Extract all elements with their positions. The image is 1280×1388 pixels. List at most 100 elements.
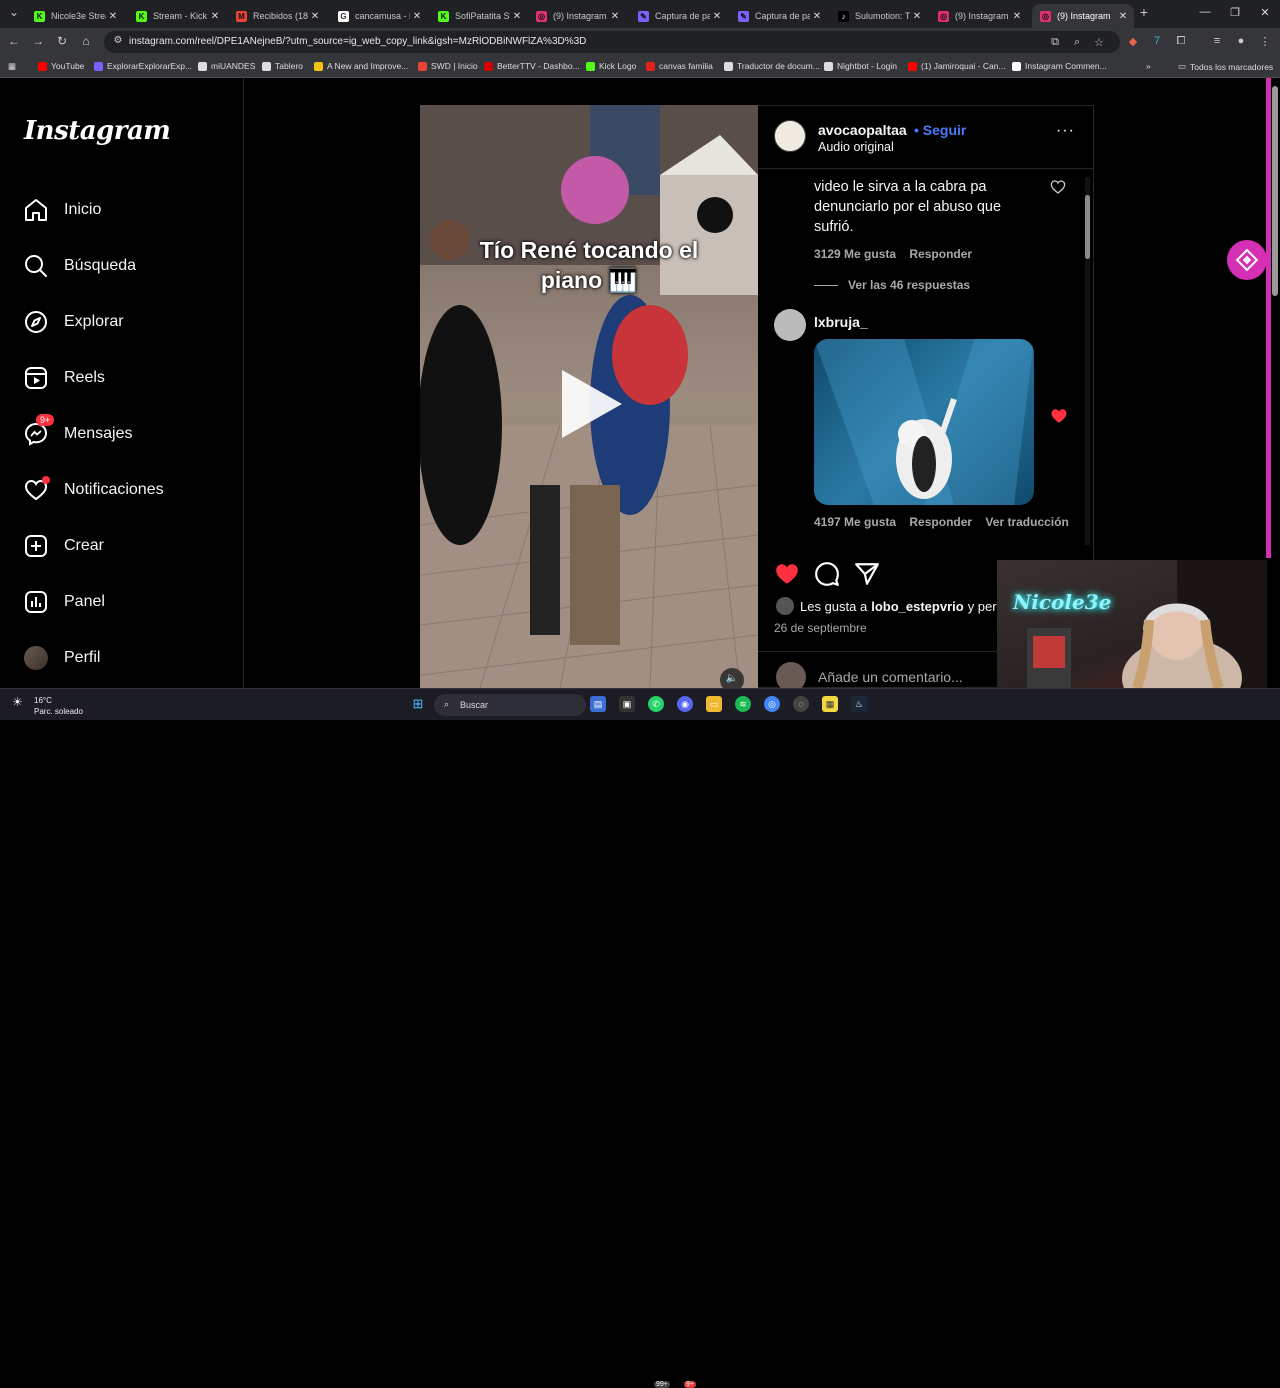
close-tab-icon[interactable]: ✕ — [106, 11, 120, 22]
home-browser-icon[interactable]: ⌂ — [78, 34, 94, 48]
play-button[interactable] — [562, 370, 622, 438]
bookmark-item[interactable]: YouTube — [38, 61, 84, 71]
close-tab-icon[interactable]: ✕ — [410, 11, 424, 22]
view-replies-button[interactable]: Ver las 46 respuestas — [814, 278, 970, 292]
extension-7tv-icon[interactable]: 7 — [1150, 35, 1164, 47]
bookmark-item[interactable]: SWD | Inicio — [418, 61, 478, 71]
nav-item-explorar[interactable]: Explorar — [22, 302, 124, 342]
close-tab-icon[interactable]: ✕ — [510, 11, 524, 22]
discord-icon[interactable]: ◉ — [677, 696, 693, 712]
site-info-icon[interactable]: ⚙ — [110, 35, 126, 46]
reply-button[interactable]: Responder — [909, 247, 972, 261]
whatsapp-icon[interactable]: ✆ — [648, 696, 664, 712]
media-controls-icon[interactable]: ≡ — [1210, 35, 1224, 47]
close-tab-icon[interactable]: ✕ — [308, 11, 322, 22]
reply-button[interactable]: Responder — [909, 515, 972, 529]
extension-fox-icon[interactable]: ◆ — [1126, 35, 1140, 48]
browser-tab[interactable]: K SofiPatatita St ✕ — [430, 4, 528, 28]
file-explorer-icon[interactable]: ▭ — [706, 696, 722, 712]
author-avatar[interactable] — [774, 120, 806, 152]
minimize-button[interactable]: — — [1190, 6, 1220, 18]
bookmark-item[interactable]: BetterTTV - Dashbo... — [484, 61, 580, 71]
install-app-icon[interactable]: ⧉ — [1048, 36, 1062, 49]
zoom-icon[interactable]: ⌕ — [1070, 36, 1084, 49]
reload-icon[interactable]: ↻ — [54, 34, 70, 48]
comment-likes[interactable]: 4197 Me gusta — [814, 515, 896, 529]
like-heart-icon[interactable] — [774, 561, 800, 592]
close-tab-icon[interactable]: ✕ — [710, 11, 724, 22]
browser-tab[interactable]: ◎ (9) Instagram ✕ — [1032, 4, 1134, 28]
more-bookmarks-icon[interactable]: » — [1146, 61, 1151, 71]
new-tab-button[interactable]: + — [1136, 4, 1152, 20]
post-date[interactable]: 26 de septiembre — [774, 621, 867, 635]
address-bar[interactable]: ⚙ instagram.com/reel/DPE1ANejneB/?utm_so… — [104, 31, 1120, 53]
obs-icon[interactable]: ◌ — [793, 696, 809, 712]
forward-icon[interactable]: → — [30, 34, 46, 48]
bookmark-item[interactable]: miUANDES — [198, 61, 255, 71]
browser-tab[interactable]: K Stream - Kick ✕ — [128, 4, 226, 28]
profile-avatar-icon[interactable]: ● — [1234, 35, 1248, 47]
browser-tab[interactable]: ◎ (9) Instagram ✕ — [930, 4, 1028, 28]
close-tab-icon[interactable]: ✕ — [910, 11, 924, 22]
nav-item-notificaciones[interactable]: Notificaciones — [22, 470, 164, 510]
bookmark-item[interactable]: canvas familia — [646, 61, 713, 71]
mute-icon[interactable]: 🔈 — [720, 668, 744, 688]
all-bookmarks-folder[interactable]: ▭ Todos los marcadores — [1178, 61, 1273, 72]
taskbar-search[interactable]: ⌕ Buscar — [434, 694, 586, 716]
browser-tab[interactable]: K Nicole3e Stream✕ — [26, 4, 124, 28]
extensions-puzzle-icon[interactable]: ⧠ — [1174, 35, 1188, 48]
close-tab-icon[interactable]: ✕ — [208, 11, 222, 22]
browser-tab[interactable]: ◎ (9) Instagram ✕ — [528, 4, 626, 28]
widgets-icon[interactable]: ▤ — [590, 696, 606, 712]
tab-search-icon[interactable]: ⌄ — [6, 5, 22, 19]
task-view-icon[interactable]: ▣ — [619, 696, 635, 712]
bookmark-item[interactable]: Kick Logo — [586, 61, 636, 71]
browser-tab[interactable]: ✎ Captura de pa ✕ — [730, 4, 828, 28]
comment-liked-heart-icon[interactable] — [1050, 407, 1068, 430]
nav-item-crear[interactable]: Crear — [22, 526, 104, 566]
comments-scrollbar[interactable] — [1085, 177, 1090, 545]
reel-video[interactable]: Tío René tocando el piano 🎹 🔈 — [420, 105, 758, 688]
apps-grid-icon[interactable]: ▦ — [8, 61, 16, 72]
chrome-icon[interactable]: ◎ — [764, 696, 780, 712]
browser-tab[interactable]: Gcancamusa - B ✕ — [330, 4, 428, 28]
bookmark-item[interactable]: Instagram Commen... — [1012, 61, 1107, 71]
author-username[interactable]: avocaopaltaa — [818, 122, 907, 138]
close-tab-icon[interactable]: ✕ — [810, 11, 824, 22]
bookmark-item[interactable]: Traductor de docum... — [724, 61, 820, 71]
nav-item-mensajes[interactable]: 9+ Mensajes — [22, 414, 132, 454]
spotify-icon[interactable]: ≋ — [735, 696, 751, 712]
close-window-button[interactable]: ✕ — [1250, 6, 1280, 19]
nav-item-reels[interactable]: Reels — [22, 358, 105, 398]
share-icon[interactable] — [854, 561, 880, 592]
stream-overlay-button[interactable] — [1227, 240, 1267, 280]
nav-item-panel[interactable]: Panel — [22, 582, 105, 622]
page-scrollbar[interactable] — [1266, 78, 1280, 688]
browser-tab[interactable]: ♪ Sulumotion: Ti ✕ — [830, 4, 928, 28]
nav-item-perfil[interactable]: Perfil — [22, 638, 100, 678]
page-scroll-thumb[interactable] — [1272, 86, 1278, 296]
comment-like-icon[interactable] — [1050, 179, 1066, 200]
comment-icon[interactable] — [814, 561, 840, 592]
bookmark-item[interactable]: Nightbot - Login — [824, 61, 897, 71]
windows-start-icon[interactable]: ⊞ — [410, 696, 426, 712]
bookmark-star-icon[interactable]: ☆ — [1092, 36, 1106, 49]
bookmark-item[interactable]: (1) Jamiroquai - Can... — [908, 61, 1006, 71]
bookmark-item[interactable]: Tablero — [262, 61, 303, 71]
bookmark-item[interactable]: ExplorarExplorarExp... — [94, 61, 192, 71]
translate-button[interactable]: Ver traducción — [985, 515, 1068, 529]
maximize-button[interactable]: ❐ — [1220, 6, 1250, 19]
steam-icon[interactable]: ♨ — [851, 696, 867, 712]
instagram-logo[interactable]: Instagram — [24, 116, 171, 146]
close-tab-icon[interactable]: ✕ — [1010, 11, 1024, 22]
liker-username[interactable]: lobo_estepvrio — [871, 599, 963, 614]
browser-tab[interactable]: M Recibidos (187)✕ — [228, 4, 326, 28]
close-tab-icon[interactable]: ✕ — [608, 11, 622, 22]
add-comment-input[interactable]: Añade un comentario... — [818, 669, 963, 685]
nav-item-busqueda[interactable]: Búsqueda — [22, 246, 136, 286]
commenter-avatar[interactable] — [774, 309, 806, 341]
comment-likes[interactable]: 3129 Me gusta — [814, 247, 896, 261]
commenter-username[interactable]: lxbruja_ — [814, 314, 868, 330]
audio-label[interactable]: Audio original — [818, 140, 894, 154]
sticky-notes-icon[interactable]: ▦ — [822, 696, 838, 712]
